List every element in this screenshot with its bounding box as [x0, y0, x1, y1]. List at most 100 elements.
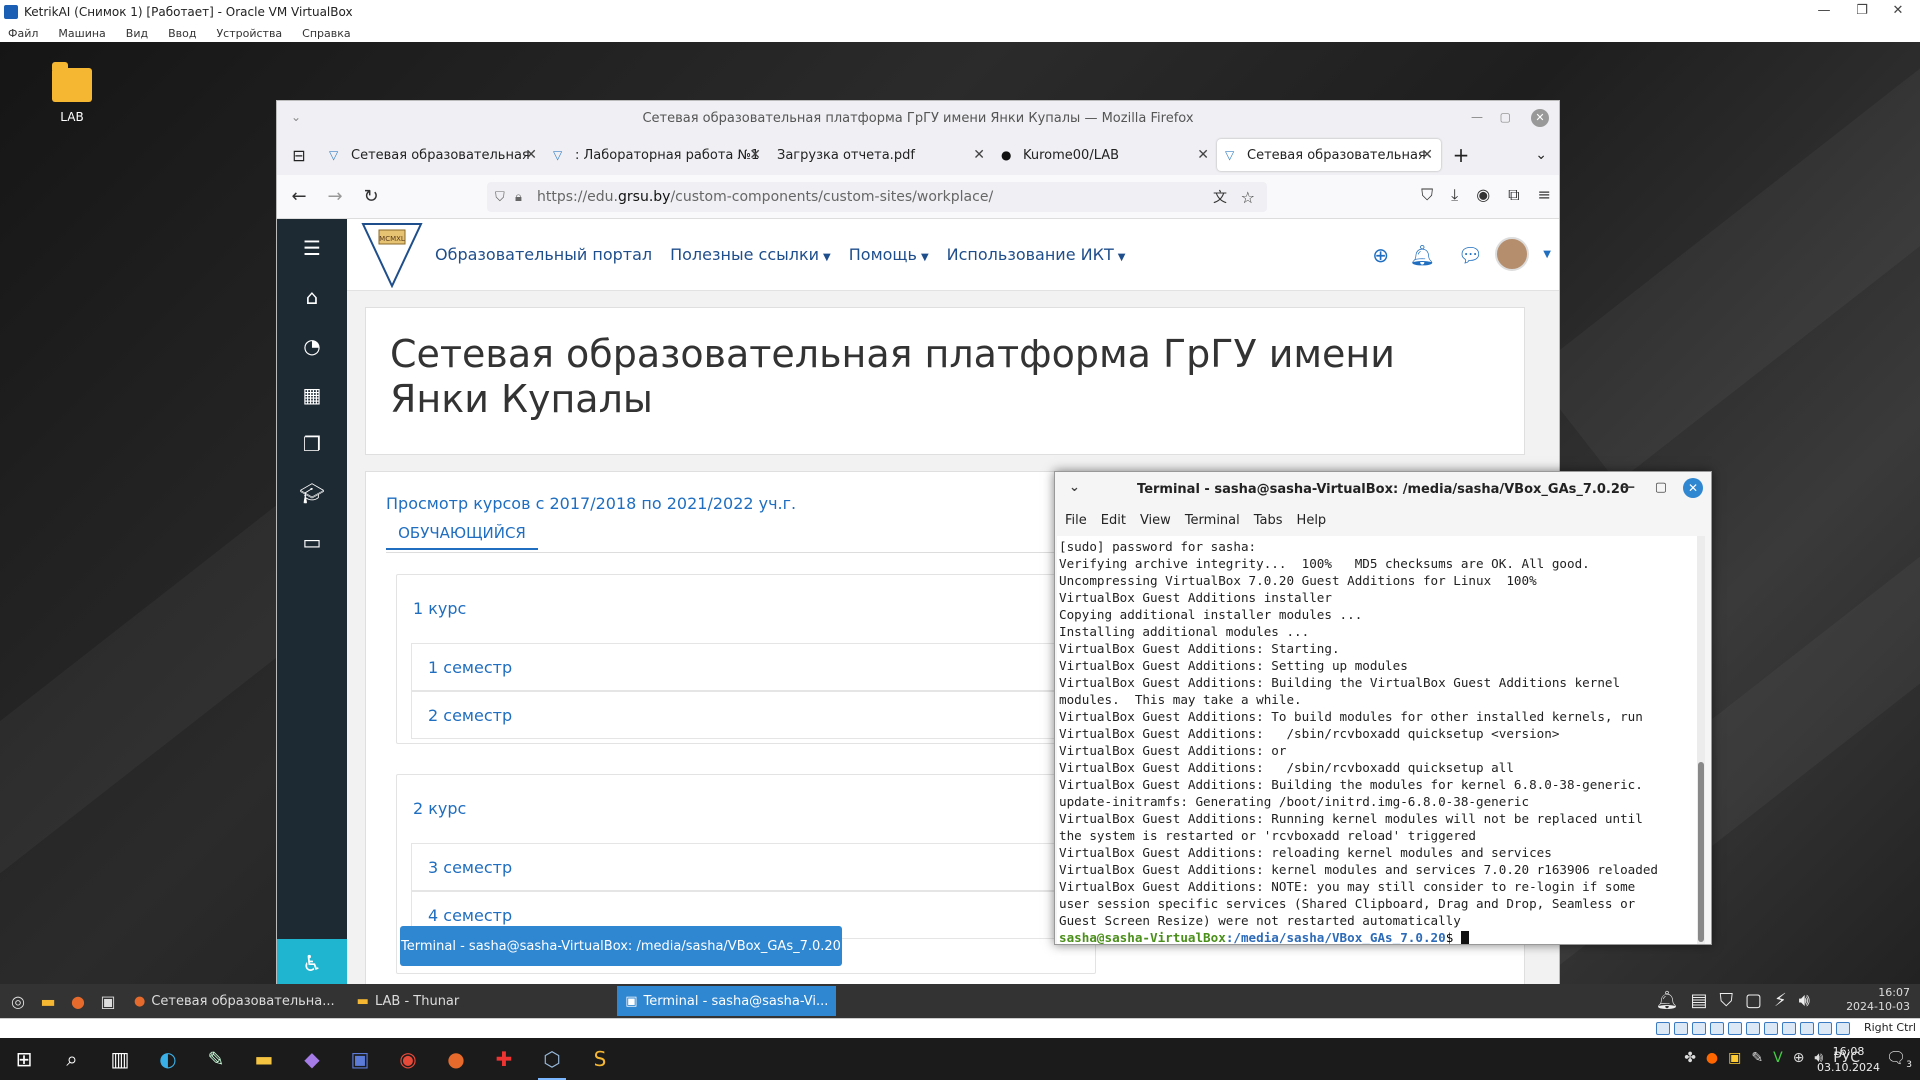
tray-alert-icon[interactable]: ●	[1706, 1050, 1718, 1066]
minimize-button[interactable]: —	[1471, 110, 1483, 124]
graduation-cap-icon[interactable]: 🎓︎	[277, 468, 347, 517]
shield-icon[interactable]: ⛉	[1720, 990, 1734, 1011]
close-button[interactable]: ✕	[1683, 478, 1703, 498]
virtualbox-icon[interactable]: ⬡	[528, 1038, 576, 1080]
power-icon[interactable]: ⚡︎	[1774, 990, 1787, 1011]
reload-icon[interactable]: ↻	[353, 186, 389, 207]
network-icon[interactable]: ⊕	[1793, 1050, 1805, 1066]
menu-icon[interactable]: ≡	[1538, 185, 1551, 205]
back-icon[interactable]: ←	[281, 186, 317, 207]
nav-help[interactable]: Помощь ▼	[849, 245, 929, 264]
tab-student[interactable]: ОБУЧАЮЩИЙСЯ	[386, 524, 538, 550]
visual-studio-icon[interactable]: ◆	[288, 1038, 336, 1080]
menu-file[interactable]: File	[1065, 513, 1087, 528]
menu-terminal[interactable]: Terminal	[1185, 513, 1240, 528]
tab-overview-icon[interactable]: ⊟	[277, 146, 321, 165]
tray-app-icon[interactable]: ▣	[1728, 1050, 1741, 1066]
menu-help[interactable]: Справка	[302, 27, 362, 40]
mouse-integration-icon[interactable]	[1818, 1022, 1832, 1035]
file-explorer-icon[interactable]: ▬	[240, 1038, 288, 1080]
close-tab-icon[interactable]: ✕	[525, 147, 537, 163]
notifications-icon[interactable]: 🔔︎	[1656, 990, 1679, 1011]
list-tabs-icon[interactable]: ⌄	[1535, 147, 1547, 163]
close-button[interactable]: ✕	[1531, 109, 1549, 127]
downloads-icon[interactable]: ⤓	[1451, 185, 1458, 205]
close-tab-icon[interactable]: ✕	[1421, 147, 1433, 163]
tool-icon[interactable]: ✎	[192, 1038, 240, 1080]
minimize-button[interactable]: —	[1806, 0, 1842, 24]
tab-1[interactable]: ▽ Сетевая образовательная ✕	[321, 139, 545, 171]
chat-icon[interactable]: 💬︎	[1458, 243, 1483, 267]
guest-clock[interactable]: 16:07 2024-10-03	[1846, 986, 1910, 1014]
university-logo[interactable]: MCMXL	[361, 222, 423, 288]
bookmark-star-icon[interactable]: ☆	[1241, 188, 1255, 207]
edge-icon[interactable]: ◐	[144, 1038, 192, 1080]
volume-icon[interactable]: 🔊︎	[1799, 990, 1810, 1011]
menu-view[interactable]: View	[1140, 513, 1171, 528]
recording-icon[interactable]	[1782, 1022, 1796, 1035]
menu-machine[interactable]: Машина	[58, 27, 117, 40]
dashboard-icon[interactable]: ◔	[277, 321, 347, 370]
close-button[interactable]: ✕	[1880, 0, 1916, 24]
minimize-button[interactable]: —	[1622, 480, 1635, 495]
menu-edit[interactable]: Edit	[1101, 513, 1126, 528]
menu-help[interactable]: Help	[1297, 513, 1327, 528]
save-icon[interactable]: ▣	[336, 1038, 384, 1080]
task-view-icon[interactable]: ▥	[96, 1038, 144, 1080]
search-icon[interactable]: ⌕	[48, 1038, 96, 1080]
keyboard-icon[interactable]	[1836, 1022, 1850, 1035]
home-icon[interactable]: ⌂	[277, 272, 347, 321]
account-icon[interactable]: ◉	[1476, 185, 1490, 205]
lock-icon[interactable]: 🔒︎	[515, 190, 522, 205]
files-icon[interactable]: ❐	[277, 419, 347, 468]
globe-icon[interactable]: ⊕	[1372, 243, 1389, 267]
network-icon[interactable]	[1710, 1022, 1724, 1035]
cpu-icon[interactable]	[1800, 1022, 1814, 1035]
nav-educational-portal[interactable]: Образовательный портал	[435, 245, 652, 264]
audio-icon[interactable]	[1692, 1022, 1706, 1035]
tray-app-icon[interactable]: ✤	[1684, 1050, 1696, 1066]
hamburger-icon[interactable]: ☰	[277, 223, 347, 272]
terminal-output[interactable]: [sudo] password for sasha: Verifying arc…	[1057, 536, 1699, 944]
menu-file[interactable]: Файл	[8, 27, 50, 40]
clipboard-icon[interactable]: ▤	[1690, 990, 1707, 1011]
tray-v-icon[interactable]: V	[1773, 1050, 1783, 1066]
menu-view[interactable]: Вид	[126, 27, 160, 40]
windows-start-icon[interactable]: ⊞	[0, 1038, 48, 1080]
folder-icon[interactable]: ▭	[277, 517, 347, 566]
shield-icon[interactable]: ⛉	[495, 190, 505, 205]
sublime-icon[interactable]: S	[576, 1038, 624, 1080]
usb-icon[interactable]	[1728, 1022, 1742, 1035]
chrome-icon[interactable]: ◉	[384, 1038, 432, 1080]
bell-icon[interactable]: 🔔︎	[1410, 243, 1435, 267]
task-thunar[interactable]: ▬ LAB - Thunar	[349, 986, 468, 1016]
notification-center-icon[interactable]: 🗨︎3	[1886, 1048, 1912, 1070]
pen-icon[interactable]: ✎	[1751, 1050, 1763, 1066]
task-firefox[interactable]: ● Сетевая образовательна...	[126, 986, 343, 1016]
url-bar[interactable]: ⛉ 🔒︎ https://edu.grsu.by/custom-componen…	[487, 182, 1267, 212]
terminal-icon[interactable]: ▣	[96, 989, 120, 1013]
calendar-icon[interactable]: ▦	[277, 370, 347, 419]
tab-3[interactable]: Загрузка отчета.pdf ✕	[769, 139, 993, 171]
windows-clock[interactable]: 16:08 03.10.2024	[1817, 1044, 1880, 1076]
close-tab-icon[interactable]: ✕	[973, 147, 985, 163]
maximize-button[interactable]: ▢	[1500, 110, 1511, 124]
close-tab-icon[interactable]: ✕	[1197, 147, 1209, 163]
nav-ict-usage[interactable]: Использование ИКТ ▼	[947, 245, 1126, 264]
tab-2[interactable]: ▽: Лабораторная работа №1 ✕	[545, 139, 769, 171]
desktop-icon-lab[interactable]: LAB	[50, 62, 94, 124]
semester-item[interactable]: 2 семестр	[411, 691, 1101, 739]
terminal-scrollbar[interactable]	[1697, 536, 1705, 944]
display-icon[interactable]	[1764, 1022, 1778, 1035]
menu-tabs[interactable]: Tabs	[1254, 513, 1283, 528]
nav-useful-links[interactable]: Полезные ссылки ▼	[670, 245, 831, 264]
files-icon[interactable]: ▬	[36, 989, 60, 1013]
tab-4[interactable]: ● Kurome00/LAB ✕	[993, 139, 1217, 171]
hdd-icon[interactable]	[1656, 1022, 1670, 1035]
extensions-icon[interactable]: ⧉	[1508, 185, 1519, 205]
firefox-icon[interactable]: ●	[432, 1038, 480, 1080]
new-tab-icon[interactable]: +	[1441, 143, 1481, 167]
optical-drive-icon[interactable]	[1674, 1022, 1688, 1035]
task-terminal[interactable]: ▣ Terminal - sasha@sasha-Vi...	[617, 986, 837, 1016]
maximize-button[interactable]: ▢	[1655, 480, 1667, 495]
